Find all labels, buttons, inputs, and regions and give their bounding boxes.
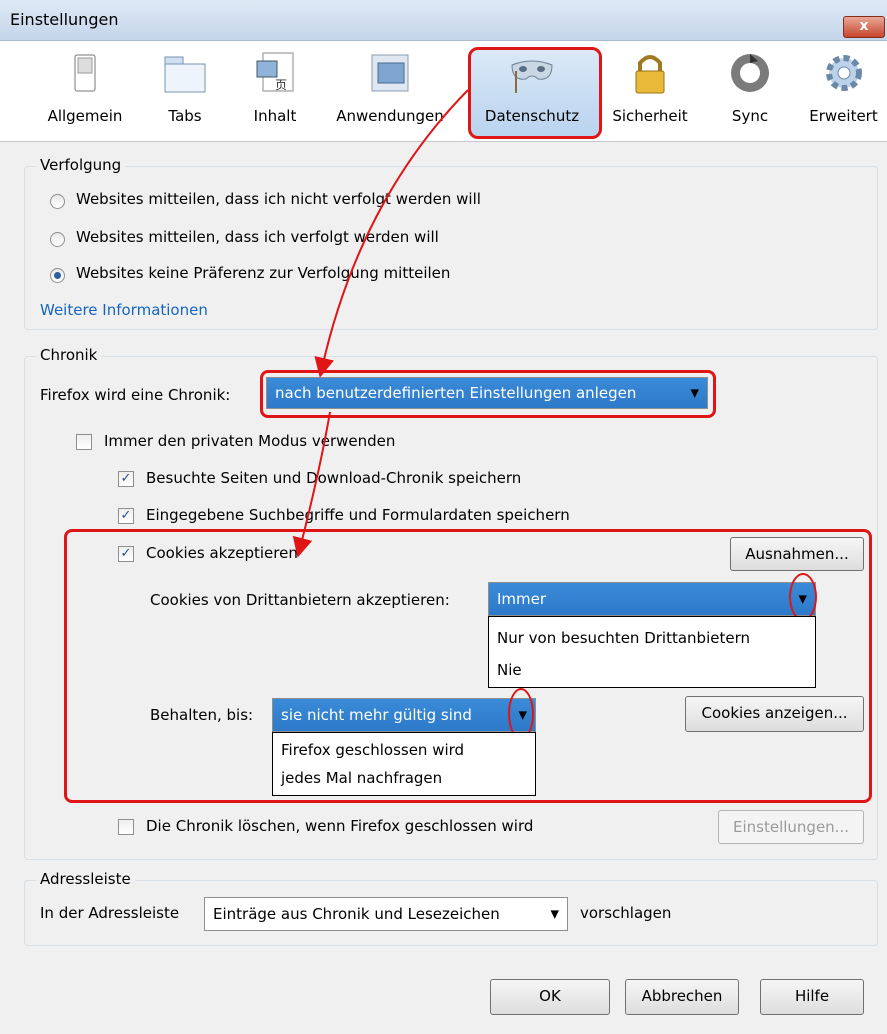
annotation-arrows [292, 89, 469, 558]
